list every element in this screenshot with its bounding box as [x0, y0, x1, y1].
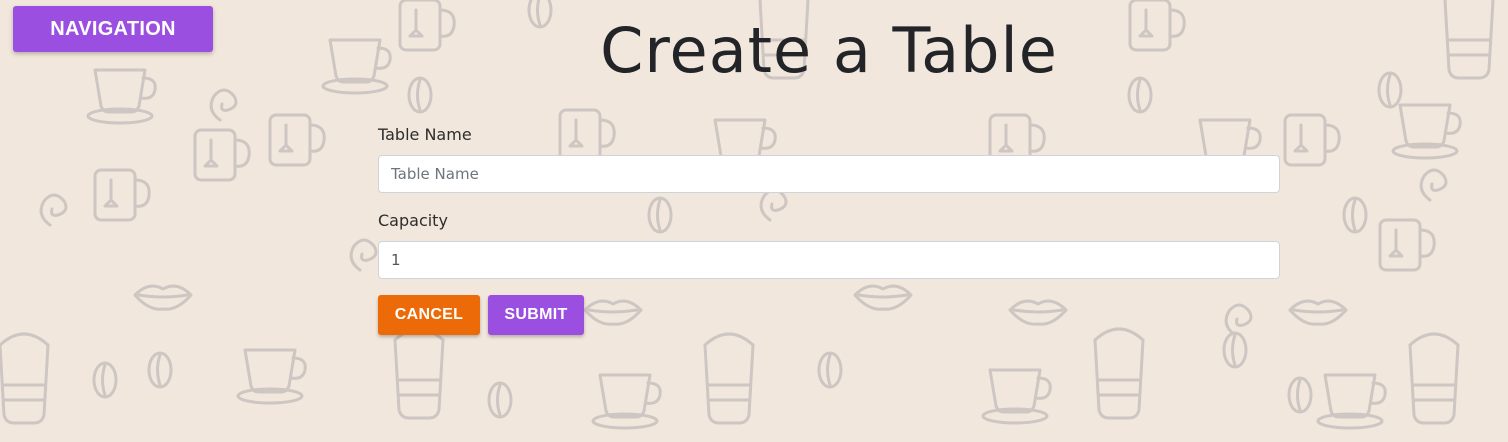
table-name-label: Table Name: [378, 125, 472, 144]
capacity-label: Capacity: [378, 211, 448, 230]
page-title: Create a Table: [600, 14, 1058, 87]
table-name-input[interactable]: [378, 155, 1280, 193]
capacity-input[interactable]: [378, 241, 1280, 279]
submit-button[interactable]: SUBMIT: [488, 295, 584, 335]
cancel-button[interactable]: CANCEL: [378, 295, 480, 335]
